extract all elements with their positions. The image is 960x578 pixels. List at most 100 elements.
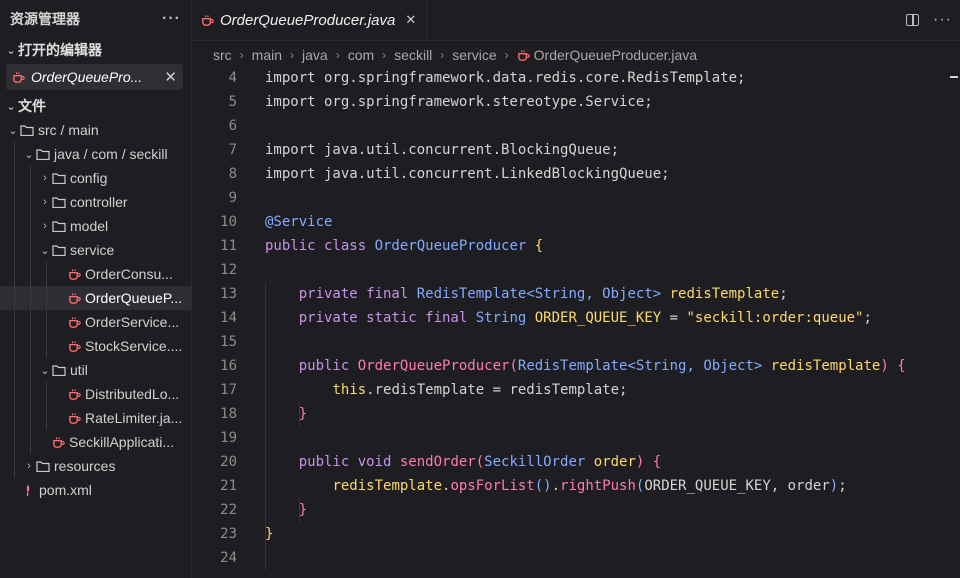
breadcrumb-item[interactable]: main [252,47,282,63]
breadcrumb-item[interactable]: src [213,47,232,63]
folder-open-icon [52,244,66,256]
indent-guide [30,190,31,214]
code-line: 24 [193,546,960,570]
chevron-right-icon: › [239,48,244,62]
maven-file-icon [26,484,30,496]
tree-file-orderservice[interactable]: OrderService... [0,310,191,334]
indent-guide [30,166,31,190]
tab-orderqueueproducer[interactable]: OrderQueueProducer.java ✕ [193,0,428,40]
string-literal: "seckill:order:queue" [686,310,864,326]
tree-folder-service[interactable]: ⌄ service [0,238,191,262]
indent-guide [14,214,15,238]
breadcrumb-item[interactable]: OrderQueueProducer.java [534,47,697,63]
split-editor-icon[interactable] [906,14,920,26]
indent-guide [46,406,47,430]
indent-guide [14,142,15,166]
indent-guide [46,286,47,310]
close-icon[interactable]: ✕ [405,12,416,28]
indent-guide [30,310,31,334]
tree-folder-config[interactable]: › config [0,166,191,190]
tree-folder-util[interactable]: ⌄ util [0,358,191,382]
code-line: 13 private final RedisTemplate<String, O… [193,282,960,306]
line-number: 8 [228,166,237,182]
explorer-title: 资源管理器 [10,11,80,27]
line-number: 7 [228,142,237,158]
tree-folder-java-com-seckill[interactable]: ⌄ java / com / seckill [0,142,191,166]
tree-folder-model[interactable]: › model [0,214,191,238]
files-section-title: 文件 [18,98,46,114]
tree-file-orderqueueproducer[interactable]: OrderQueueP... [0,286,191,310]
code-editor[interactable]: 4 import org.springframework.data.redis.c… [193,66,960,578]
tree-label: resources [54,458,116,474]
tree-folder-controller[interactable]: › controller [0,190,191,214]
tree-folder-resources[interactable]: › resources [0,454,191,478]
close-icon[interactable]: ✕ [164,68,177,86]
tree-file-orderconsumer[interactable]: OrderConsu... [0,262,191,286]
code-line: 17 this.redisTemplate = redisTemplate; [193,378,960,402]
type-name: String [475,310,527,326]
method-name: sendOrder [399,454,476,470]
more-actions-icon[interactable]: ··· [933,11,952,29]
tree-file-ratelimiter[interactable]: RateLimiter.ja... [0,406,191,430]
indent-guide [14,238,15,262]
code-line: 14 private static final String ORDER_QUE… [193,306,960,330]
open-editor-item[interactable]: OrderQueuePro... ✕ [6,64,183,90]
tree-label: StockService.... [85,338,183,354]
tab-label: OrderQueueProducer.java [220,11,396,29]
tree-file-seckillapplication[interactable]: SeckillApplicati... [0,430,191,454]
indent-guide [46,310,47,334]
line-number: 4 [228,70,237,86]
type-name: RedisTemplate [517,358,628,374]
code-line: 5 import org.springframework.stereotype.S… [193,90,960,114]
code-text: import java.util.concurrent.BlockingQueu… [265,142,620,158]
breadcrumb-item[interactable]: seckill [394,47,432,63]
chevron-right-icon: › [27,460,31,472]
indent-guide [14,286,15,310]
param-name: redisTemplate [770,358,881,374]
tree-file-pom-xml[interactable]: pom.xml [0,478,191,502]
chevron-right-icon: › [504,48,509,62]
line-number: 5 [228,94,237,110]
folder-open-icon [36,148,50,160]
line-number: 24 [220,550,237,566]
open-editors-section[interactable]: ⌄ 打开的编辑器 [0,38,191,62]
chevron-right-icon: › [290,48,295,62]
constructor-name: OrderQueueProducer [357,358,510,374]
indent-guide [14,190,15,214]
breadcrumb-item[interactable]: com [348,47,374,63]
java-file-icon [69,388,81,400]
indent-guide [14,406,15,430]
line-number: 6 [228,118,237,134]
tab-actions: ··· [906,0,960,40]
code-text: ORDER_QUEUE_KEY, order [644,478,830,494]
chevron-right-icon: › [43,196,47,208]
breadcrumb-item[interactable]: service [452,47,496,63]
folder-icon [52,220,66,232]
tree-label: src / main [38,122,99,138]
scrollbar-marker[interactable] [950,76,958,78]
tree-file-distributedlock[interactable]: DistributedLo... [0,382,191,406]
chevron-down-icon: ⌄ [8,124,18,137]
chevron-down-icon: ⌄ [40,244,50,257]
indent-guide [30,286,31,310]
code-line: 19 [193,426,960,450]
constant-name: ORDER_QUEUE_KEY [534,310,662,326]
more-actions-icon[interactable]: ··· [162,10,181,28]
java-file-icon [69,316,81,328]
line-number: 16 [220,358,237,374]
line-number: 17 [220,382,237,398]
class-name: OrderQueueProducer [374,238,527,254]
code-line: 23} [193,522,960,546]
code-line: 18 } [193,402,960,426]
code-text: import org.springframework.data.redis.co… [265,70,746,86]
tree-label: config [70,170,108,186]
tree-label: OrderService... [85,314,180,330]
java-file-icon [53,436,65,448]
code-text: .redisTemplate = redisTemplate; [366,382,628,398]
files-section[interactable]: ⌄ 文件 [0,94,191,118]
chevron-right-icon: › [382,48,387,62]
breadcrumb-item[interactable]: java [302,47,328,63]
tree-folder-src-main[interactable]: ⌄ src / main [0,118,191,142]
tree-file-stockservice[interactable]: StockService.... [0,334,191,358]
java-file-icon [69,412,81,424]
